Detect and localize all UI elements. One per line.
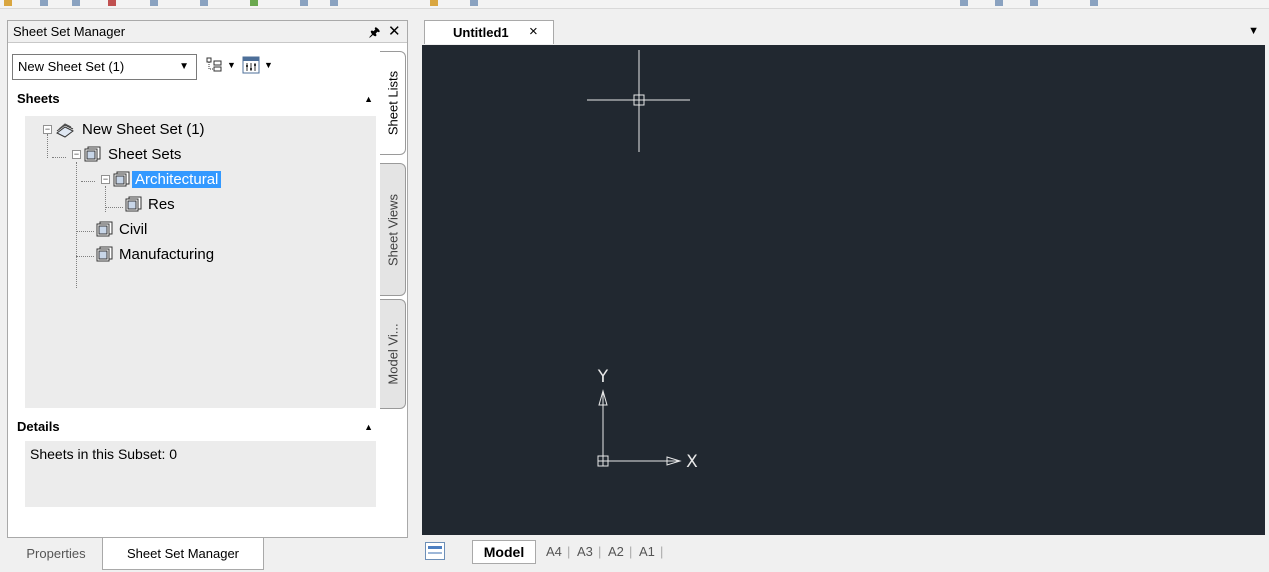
tab-label: Sheet Set Manager: [126, 546, 240, 561]
tree-connector: [47, 134, 48, 158]
tab-sheet-lists[interactable]: Sheet Lists: [380, 51, 406, 155]
details-panel: Sheets in this Subset: 0: [25, 441, 376, 507]
tree-node-label: Sheet Sets: [108, 146, 182, 163]
collapse-toggle-icon[interactable]: −: [101, 175, 110, 184]
chevron-down-icon: ▼: [227, 60, 236, 70]
tab-a4[interactable]: A4: [546, 544, 562, 559]
ucs-y-label: Y: [597, 367, 609, 387]
sheet-set-icon: [56, 123, 74, 138]
list-view-icon: [206, 57, 222, 72]
palette-title-bar: Sheet Set Manager 🖈 ✕: [8, 21, 407, 43]
toolbar-icon[interactable]: [995, 0, 1003, 6]
toolbar-icon[interactable]: [1090, 0, 1098, 6]
tab-label: Model Vi...: [385, 323, 400, 385]
tab-label: Sheet Lists: [385, 70, 400, 136]
toolbar-icon[interactable]: [150, 0, 158, 6]
tab-separator: |: [598, 544, 602, 559]
palette-title: Sheet Set Manager: [13, 24, 126, 39]
toolbar-icon[interactable]: [430, 0, 438, 6]
tree-node-label: Res: [148, 196, 175, 213]
collapse-icon[interactable]: ▲: [364, 94, 373, 104]
toolbar-icon[interactable]: [250, 0, 258, 6]
canvas-graphics: Y X: [587, 50, 698, 472]
settings-button[interactable]: ▼: [240, 54, 278, 80]
tab-a3[interactable]: A3: [577, 544, 593, 559]
sheet-set-selector[interactable]: New Sheet Set (1) ▼: [12, 54, 197, 80]
tab-sheet-views[interactable]: Sheet Views: [380, 163, 406, 296]
chevron-down-icon: ▼: [179, 61, 189, 72]
tree-connector: [76, 162, 77, 288]
tree-connector: [76, 256, 94, 257]
tab-label: Model: [483, 544, 525, 560]
collapse-toggle-icon[interactable]: −: [72, 150, 81, 159]
tree-node-label: Manufacturing: [119, 246, 215, 263]
ucs-icon: [597, 389, 682, 467]
pin-icon[interactable]: 🖈: [369, 23, 380, 44]
sliders-icon: [242, 56, 260, 74]
collapse-icon[interactable]: ▲: [364, 422, 373, 432]
tab-a1[interactable]: A1: [639, 544, 655, 559]
palette-bottom-tabs: Properties Sheet Set Manager: [7, 538, 408, 572]
toolbar-icon[interactable]: [960, 0, 968, 6]
tab-properties[interactable]: Properties: [11, 538, 101, 570]
tree-node-label-selected: Architectural: [132, 171, 222, 188]
details-header: Details: [17, 419, 60, 434]
sheets-section-header[interactable]: Sheets ▲: [12, 89, 376, 109]
toolbar-icon[interactable]: [1030, 0, 1038, 6]
toolbar-icon[interactable]: [4, 0, 12, 6]
crosshair-cursor-icon: [587, 50, 690, 152]
sheet-icon: [96, 246, 113, 262]
sheet-icon: [96, 221, 113, 237]
toolbar-icon[interactable]: [200, 0, 208, 6]
tab-label: Sheet Views: [385, 193, 400, 266]
tab-model-views[interactable]: Model Vi...: [380, 299, 406, 409]
toolbar-icon[interactable]: [40, 0, 48, 6]
sheet-icon: [125, 196, 142, 212]
layout-icon[interactable]: [425, 542, 445, 560]
sheet-set-manager-palette: Sheet Set Manager 🖈 ✕ New Sheet Set (1) …: [7, 20, 408, 538]
chevron-down-icon[interactable]: ▼: [1248, 25, 1259, 37]
document-tab-title: Untitled1: [453, 25, 509, 40]
details-section-header[interactable]: Details ▲: [12, 417, 376, 437]
tab-sheet-set-manager[interactable]: Sheet Set Manager: [102, 538, 264, 570]
tree-connector: [81, 181, 95, 182]
layout-tab-bar: Model A4 | A3 | A2 | A1 |: [416, 535, 1269, 572]
tab-separator: |: [629, 544, 633, 559]
tree-connector: [105, 186, 106, 212]
close-icon[interactable]: ✕: [388, 22, 401, 40]
toolbar-icon[interactable]: [108, 0, 116, 6]
document-tab[interactable]: Untitled1 ×: [424, 20, 554, 44]
tab-separator: |: [567, 544, 571, 559]
tree-connector: [52, 157, 66, 158]
sheet-subset-icon: [113, 171, 130, 187]
sheets-header: Sheets: [17, 91, 60, 106]
vertical-tab-strip: Sheet Lists Sheet Views Model Vi...: [380, 51, 407, 531]
top-toolbar: [0, 0, 1269, 9]
toolbar-icon[interactable]: [330, 0, 338, 6]
sheet-tree: − New Sheet Set (1) − Sheet Sets − Archi…: [25, 116, 376, 408]
toolbar-icon[interactable]: [300, 0, 308, 6]
tree-connector: [105, 207, 123, 208]
sheet-subset-icon: [84, 146, 101, 162]
drawing-canvas[interactable]: Y X: [422, 45, 1265, 535]
tab-label: Properties: [26, 546, 86, 561]
tree-node-label: New Sheet Set (1): [82, 121, 205, 138]
toolbar-icon[interactable]: [72, 0, 80, 6]
tree-node-label: Civil: [119, 221, 148, 238]
document-area: Untitled1 × ▼ Y X Model A4 | A3 | A2 | A…: [416, 20, 1269, 572]
chevron-down-icon: ▼: [264, 60, 273, 70]
tree-connector: [76, 231, 94, 232]
tab-separator: |: [660, 544, 664, 559]
list-view-button[interactable]: ▼: [203, 54, 241, 80]
sheet-set-selector-value: New Sheet Set (1): [18, 59, 125, 74]
details-text: Sheets in this Subset: 0: [30, 446, 178, 462]
close-icon[interactable]: ×: [529, 23, 538, 40]
ucs-x-label: X: [686, 452, 698, 472]
tab-a2[interactable]: A2: [608, 544, 624, 559]
toolbar-icon[interactable]: [470, 0, 478, 6]
collapse-toggle-icon[interactable]: −: [43, 125, 52, 134]
tab-model[interactable]: Model: [472, 540, 536, 564]
